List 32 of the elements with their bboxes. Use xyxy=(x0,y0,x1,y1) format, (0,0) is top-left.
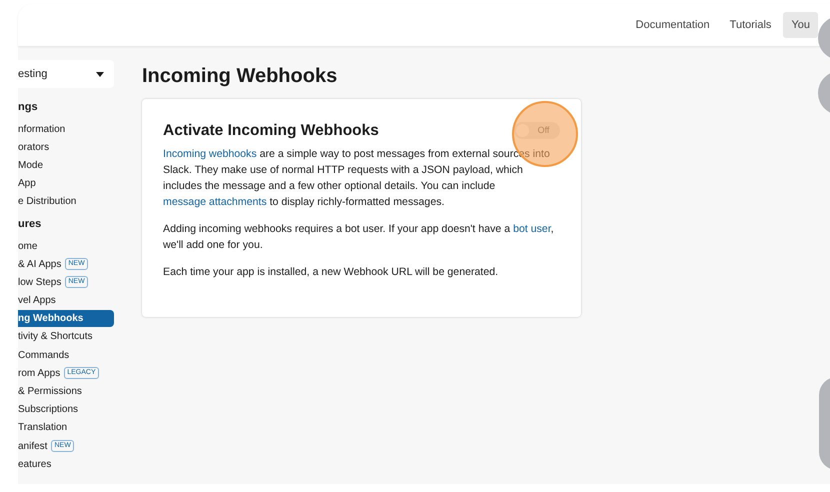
sidebar-item[interactable]: Mode xyxy=(18,156,44,174)
sidebar-item[interactable]: & AI Apps xyxy=(18,256,62,273)
link[interactable]: bot user xyxy=(513,223,551,236)
sidebar-item[interactable]: rom Apps xyxy=(18,364,60,382)
sidebar-heading: ures xyxy=(18,216,42,232)
caret-icon xyxy=(96,72,104,76)
link[interactable]: Incoming webhooks xyxy=(163,148,257,160)
sidebar-item[interactable]: eatures xyxy=(18,456,52,473)
sidebar-item[interactable]: vel Apps xyxy=(18,292,56,310)
sidebar-item[interactable]: Translation xyxy=(18,419,68,436)
sidebar-item[interactable]: orators xyxy=(18,138,50,156)
description-text: Adding incoming webhooks requires a bot user. If your app doesn't have a bot user, we'll add one for you. xyxy=(163,222,555,254)
sidebar-item[interactable]: anifest xyxy=(18,438,48,455)
sidebar-item[interactable]: & Permissions xyxy=(18,383,82,400)
link[interactable]: message attachments xyxy=(163,196,267,208)
nav-link[interactable]: Documentation xyxy=(628,12,718,38)
sidebar-item[interactable]: ng Webhooks xyxy=(18,310,114,328)
sidebar-item[interactable]: tivity & Shortcuts xyxy=(18,328,92,346)
card-title: Activate Incoming Webhooks xyxy=(163,121,379,141)
app-selector[interactable]: esting xyxy=(18,60,114,88)
sidebar-heading: ngs xyxy=(18,100,39,115)
nav-link[interactable]: You xyxy=(783,12,818,38)
sidebar-item[interactable]: App xyxy=(18,175,36,192)
sidebar-item[interactable]: Commands xyxy=(18,346,70,364)
description-text: Each time your app is installed, a new Webhook URL will be generated. xyxy=(163,265,500,280)
sidebar-item[interactable]: ome xyxy=(18,238,38,255)
sidebar-item[interactable]: Subscriptions xyxy=(18,401,78,418)
sidebar-item[interactable]: low Steps xyxy=(18,274,62,291)
page-title: Incoming Webhooks xyxy=(142,64,338,88)
nav-link[interactable]: Tutorials xyxy=(722,12,780,38)
sidebar-item[interactable]: nformation xyxy=(18,120,66,138)
sidebar-item[interactable]: e Distribution xyxy=(18,193,76,210)
